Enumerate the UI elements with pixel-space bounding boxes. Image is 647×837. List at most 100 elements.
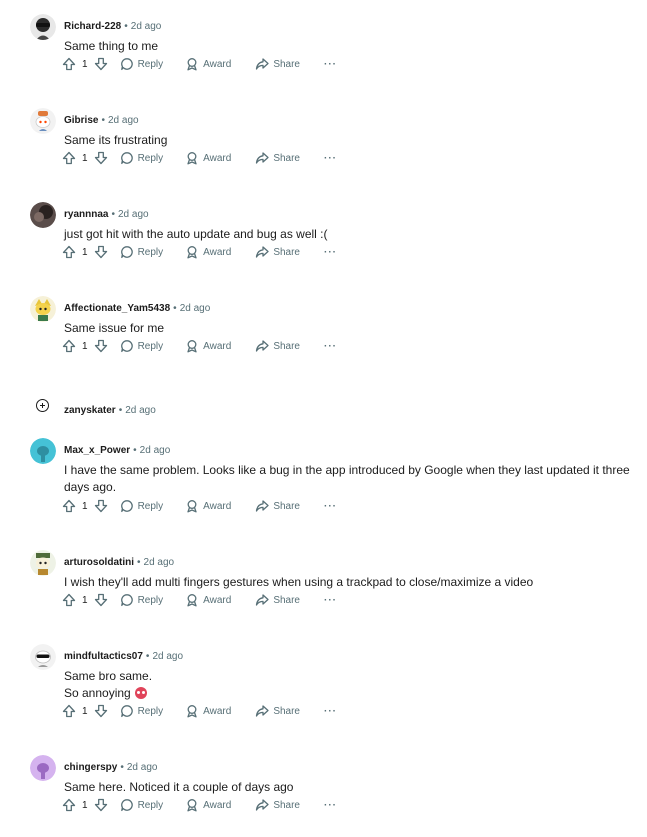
comment-meta: chingerspy • 2d ago <box>64 761 157 775</box>
upvote-button[interactable] <box>62 151 76 165</box>
comment-time[interactable]: 2d ago <box>144 557 175 568</box>
share-button[interactable]: Share <box>255 151 300 165</box>
avatar-snoo-purple[interactable] <box>30 755 56 781</box>
award-button[interactable]: Award <box>185 499 231 513</box>
award-icon <box>185 245 199 259</box>
share-icon <box>255 57 269 71</box>
reply-button[interactable]: Reply <box>120 245 164 259</box>
comment-time[interactable]: 2d ago <box>118 209 149 220</box>
avatar-snoo-teal[interactable] <box>30 438 56 464</box>
downvote-icon <box>94 593 108 607</box>
upvote-button[interactable] <box>62 798 76 812</box>
comment-time[interactable]: 2d ago <box>108 115 139 126</box>
share-label: Share <box>273 58 300 70</box>
comment-time[interactable]: 2d ago <box>131 21 162 32</box>
comment-author[interactable]: mindfultactics07 <box>64 651 143 662</box>
reply-button[interactable]: Reply <box>120 499 164 513</box>
more-options-button[interactable]: ··· <box>324 59 337 70</box>
more-options-button[interactable]: ··· <box>324 800 337 811</box>
avatar-snoo-yellow[interactable] <box>30 296 56 322</box>
comment-meta: Max_x_Power • 2d ago <box>64 444 170 458</box>
award-button[interactable]: Award <box>185 245 231 259</box>
upvote-button[interactable] <box>62 593 76 607</box>
share-button[interactable]: Share <box>255 499 300 513</box>
vote-count: 1 <box>82 799 88 811</box>
avatar-snoo-hat[interactable] <box>30 108 56 134</box>
more-options-button[interactable]: ··· <box>324 706 337 717</box>
award-button[interactable]: Award <box>185 151 231 165</box>
award-button[interactable]: Award <box>185 704 231 718</box>
comment-author[interactable]: Affectionate_Yam5438 <box>64 303 170 314</box>
reply-button[interactable]: Reply <box>120 151 163 165</box>
share-button[interactable]: Share <box>255 593 300 607</box>
downvote-button[interactable] <box>94 593 108 607</box>
comment-author[interactable]: ryannnaa <box>64 209 108 220</box>
comment-time[interactable]: 2d ago <box>152 651 183 662</box>
reply-button[interactable]: Reply <box>120 704 163 718</box>
upvote-button[interactable] <box>62 245 76 259</box>
upvote-button[interactable] <box>62 339 76 353</box>
share-button[interactable]: Share <box>255 798 300 812</box>
more-options-button[interactable]: ··· <box>324 153 337 164</box>
meta-separator: • <box>133 445 137 456</box>
downvote-button[interactable] <box>94 499 108 513</box>
comment-author[interactable]: arturosoldatini <box>64 557 134 568</box>
share-button[interactable]: Share <box>255 339 300 353</box>
more-options-button[interactable]: ··· <box>324 341 337 352</box>
comment-actions: 1 Reply Award Share ··· <box>62 54 337 74</box>
comment-time[interactable]: 2d ago <box>140 445 171 456</box>
avatar-photo-dark[interactable] <box>30 202 56 228</box>
share-button[interactable]: Share <box>255 704 300 718</box>
more-options-button[interactable]: ··· <box>324 595 337 606</box>
upvote-button[interactable] <box>62 704 76 718</box>
comment-meta: zanyskater • 2d ago <box>64 404 156 418</box>
reply-button[interactable]: Reply <box>120 57 163 71</box>
reply-button[interactable]: Reply <box>120 339 163 353</box>
downvote-button[interactable] <box>94 57 108 71</box>
comment-author[interactable]: Gibrise <box>64 115 98 126</box>
downvote-button[interactable] <box>94 704 108 718</box>
award-label: Award <box>203 340 232 352</box>
reply-button[interactable]: Reply <box>120 593 163 607</box>
vote-count: 1 <box>82 705 88 717</box>
comment-body: just got hit with the auto update and bu… <box>64 226 644 243</box>
downvote-button[interactable] <box>94 339 108 353</box>
upvote-button[interactable] <box>62 57 76 71</box>
more-options-button[interactable]: ··· <box>324 247 337 258</box>
upvote-icon <box>62 151 76 165</box>
award-label: Award <box>203 705 232 717</box>
avatar-snoo-sunglasses[interactable] <box>30 644 56 670</box>
share-icon <box>255 593 269 607</box>
comment-time[interactable]: 2d ago <box>180 303 211 314</box>
share-button[interactable]: Share <box>255 245 300 259</box>
downvote-button[interactable] <box>94 798 108 812</box>
reply-label: Reply <box>137 500 164 512</box>
comment-author[interactable]: Richard-228 <box>64 21 121 32</box>
comment-time[interactable]: 2d ago <box>125 405 156 416</box>
comment-actions: 1 Reply Award Share ··· <box>62 795 337 815</box>
avatar-snoo-green[interactable] <box>30 550 56 576</box>
share-button[interactable]: Share <box>255 57 300 71</box>
upvote-icon <box>62 245 76 259</box>
award-button[interactable]: Award <box>185 798 231 812</box>
red-face-emoji <box>134 687 147 699</box>
more-options-button[interactable]: ··· <box>324 501 337 512</box>
comment-meta: arturosoldatini • 2d ago <box>64 556 174 570</box>
downvote-button[interactable] <box>94 151 108 165</box>
reply-button[interactable]: Reply <box>120 798 163 812</box>
avatar-sunglasses-dark[interactable] <box>30 14 56 40</box>
comment-time[interactable]: 2d ago <box>127 762 158 773</box>
comment-author[interactable]: Max_x_Power <box>64 445 130 456</box>
comment-author[interactable]: chingerspy <box>64 762 117 773</box>
reply-label: Reply <box>137 246 164 258</box>
comment-text-line: Same bro same. <box>64 669 153 683</box>
downvote-button[interactable] <box>94 245 108 259</box>
award-button[interactable]: Award <box>185 593 231 607</box>
award-icon <box>185 593 199 607</box>
award-button[interactable]: Award <box>185 57 231 71</box>
downvote-icon <box>94 339 108 353</box>
award-button[interactable]: Award <box>185 339 231 353</box>
expand-icon[interactable] <box>36 399 49 412</box>
upvote-button[interactable] <box>62 499 76 513</box>
comment-author[interactable]: zanyskater <box>64 405 116 416</box>
